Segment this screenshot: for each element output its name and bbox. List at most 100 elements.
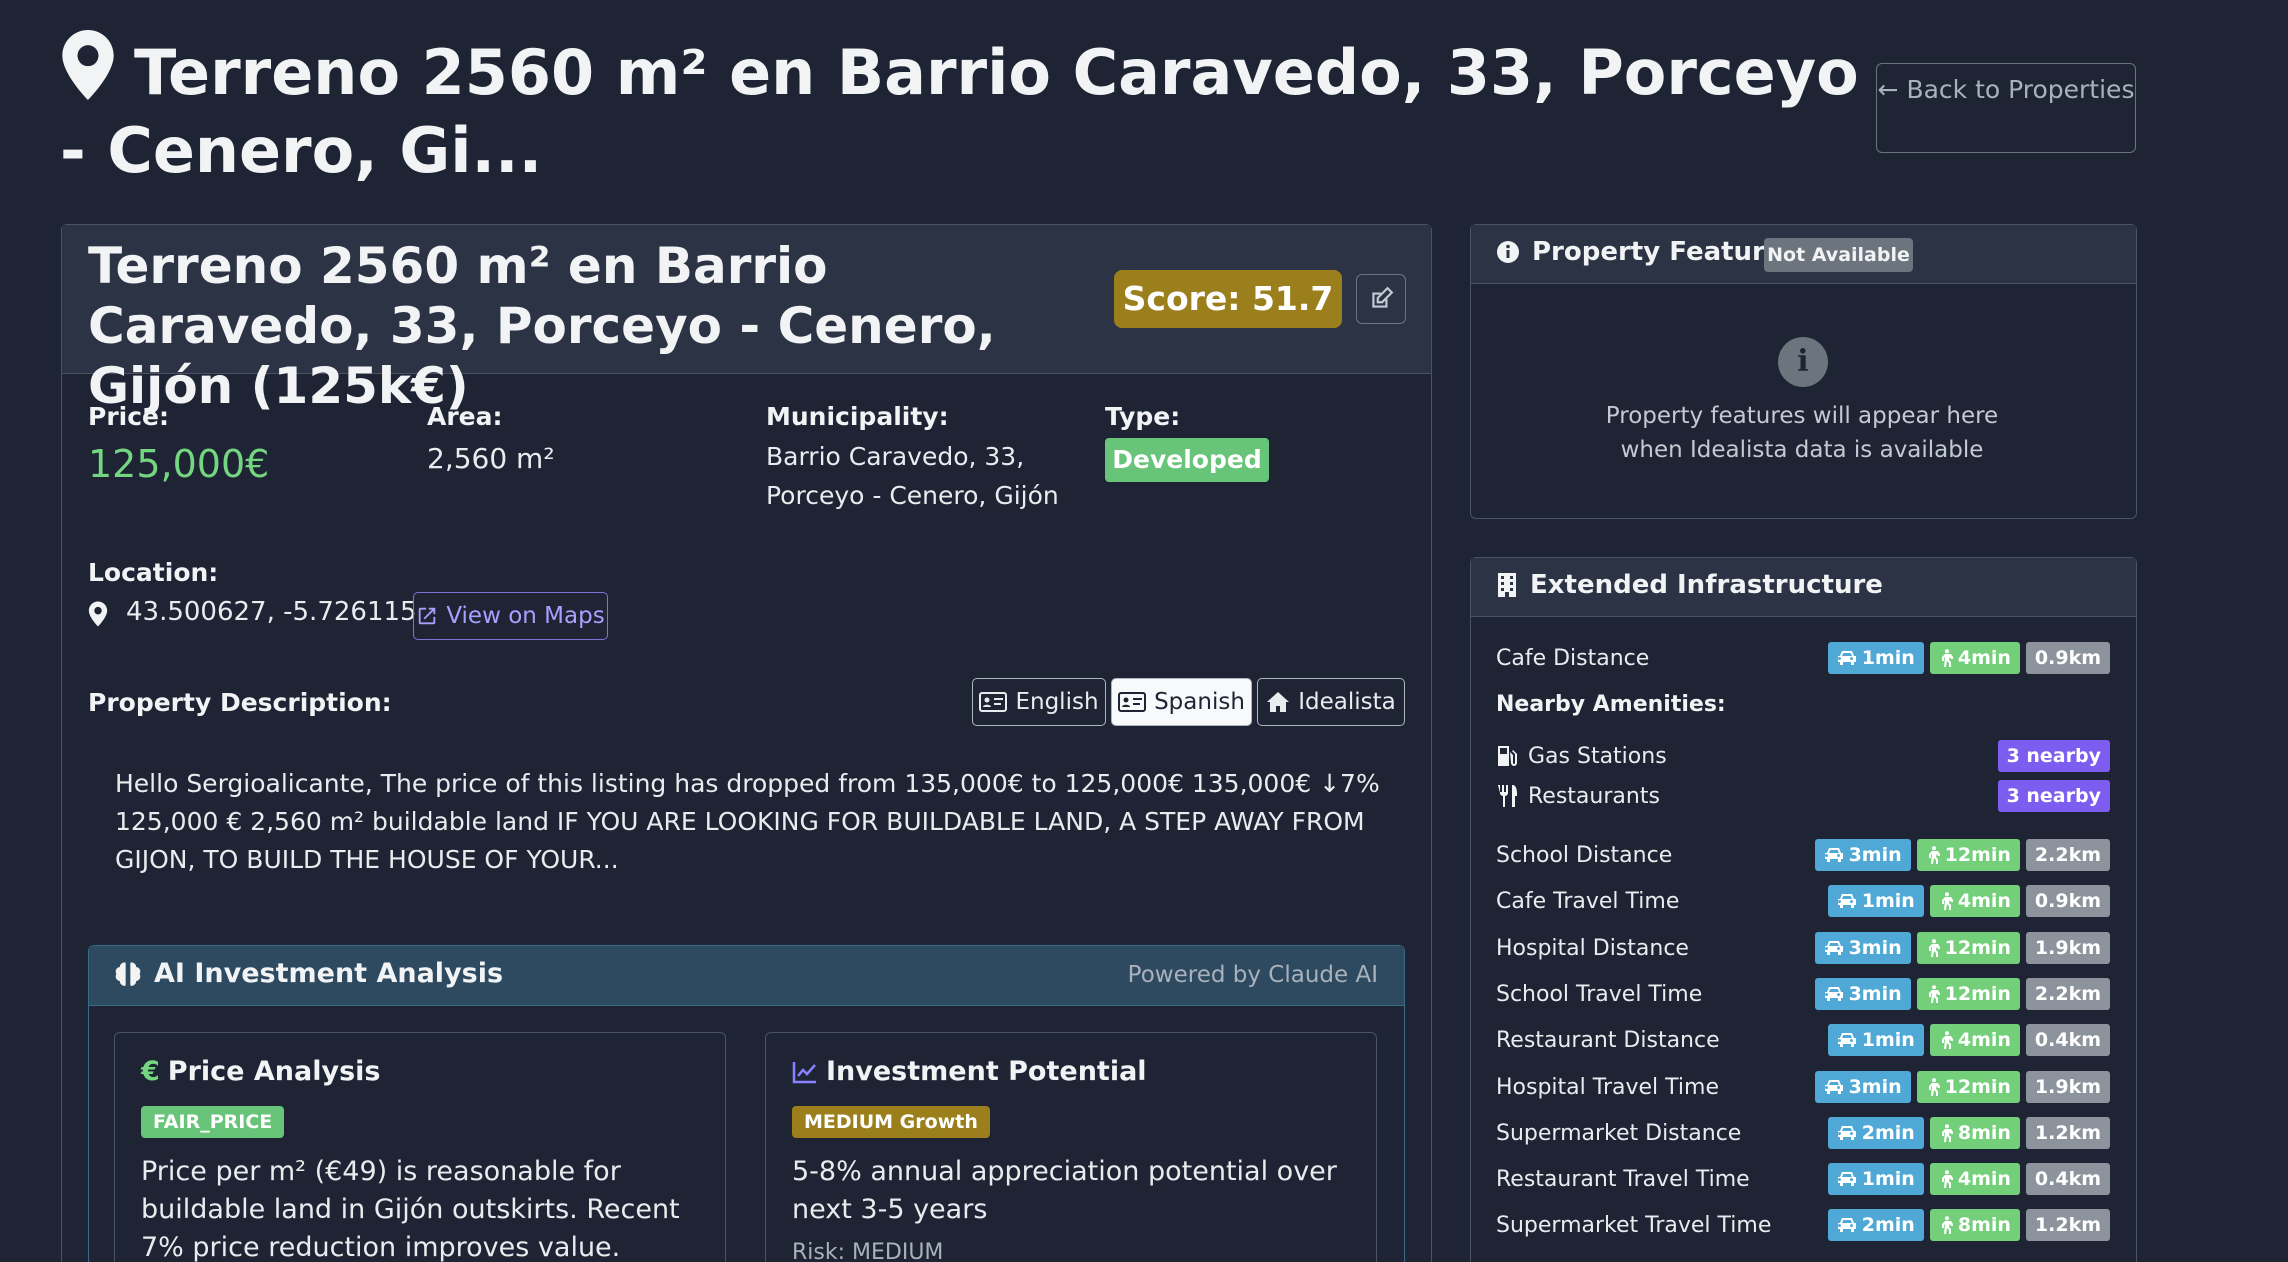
car-time-pill: 1min [1827, 642, 1924, 674]
fair-price-tag: FAIR_PRICE [141, 1106, 285, 1138]
car-icon [1837, 1218, 1856, 1232]
view-on-maps-button[interactable]: View on Maps [413, 592, 608, 640]
home-icon [1267, 692, 1290, 712]
amenity-label: Gas Stations [1528, 743, 1667, 769]
lang-button-spanish[interactable]: Spanish [1111, 678, 1252, 726]
car-time-value: 2min [1861, 1122, 1915, 1144]
car-time-value: 3min [1848, 983, 1902, 1005]
infra-pills: 1min 4min 0.4km [1827, 1163, 2110, 1195]
infra-row: Hospital Distance 3min 12min 1.9km [1496, 931, 2110, 965]
powered-by-label: Powered by Claude AI [1127, 962, 1378, 988]
car-icon [1824, 848, 1843, 862]
walk-time-value: 12min [1944, 983, 2011, 1005]
infra-pills: 3min 12min 2.2km [1814, 839, 2110, 871]
lang-button-idealista[interactable]: Idealista [1257, 678, 1405, 726]
amenity-label: Restaurants [1528, 783, 1660, 809]
car-time-value: 3min [1848, 937, 1902, 959]
distance-pill: 1.2km [2025, 1209, 2110, 1241]
ai-analysis-title-text: AI Investment Analysis [154, 958, 504, 989]
amenity-row-restaurants: Restaurants 3 nearby [1496, 779, 2110, 813]
walk-time-value: 8min [1957, 1122, 2011, 1144]
distance-pill: 0.9km [2025, 642, 2110, 674]
property-features-title-text: Property Features [1532, 237, 1798, 267]
municipality-line-1: Barrio Caravedo, 33, [766, 442, 1025, 471]
walk-time-value: 12min [1944, 937, 2011, 959]
walking-icon [1928, 985, 1940, 1003]
walking-icon [1941, 892, 1953, 910]
type-label: Type: [1105, 402, 1181, 431]
distance-pill: 2.2km [2025, 978, 2110, 1010]
price-analysis-title-text: Price Analysis [167, 1056, 381, 1087]
infra-row: Cafe Travel Time 1min 4min 0.9km [1496, 884, 2110, 918]
infra-pills: 2min 8min 1.2km [1827, 1209, 2110, 1241]
walk-time-pill: 12min [1916, 932, 2020, 964]
walk-time-pill: 4min [1929, 885, 2020, 917]
walking-icon [1941, 649, 1953, 667]
infra-pills: 1min 4min 0.9km [1827, 885, 2110, 917]
back-button-label: Back to Properties [1906, 75, 2135, 104]
coordinates: 43.500627, -5.726115 [126, 597, 417, 627]
price-label: Price: [88, 402, 169, 431]
infra-pills: 2min 8min 1.2km [1827, 1117, 2110, 1149]
walking-icon [1941, 1031, 1953, 1049]
distance-pill: 0.4km [2025, 1163, 2110, 1195]
euro-icon: € [141, 1056, 160, 1087]
walk-time-value: 12min [1944, 844, 2011, 866]
car-icon [1837, 651, 1856, 665]
arrow-left-icon: ← [1877, 75, 1899, 104]
price-analysis-title: € Price Analysis [141, 1056, 380, 1087]
features-message-line-2: when Idealista data is available [1620, 437, 1984, 463]
walk-time-pill: 8min [1929, 1209, 2020, 1241]
car-time-pill: 2min [1827, 1117, 1924, 1149]
infra-row-label: School Travel Time [1496, 981, 1703, 1007]
municipality-label: Municipality: [766, 402, 949, 431]
page-title: Terreno 2560 m² en Barrio Caravedo, 33, … [60, 30, 1870, 190]
car-time-pill: 3min [1814, 839, 1911, 871]
distance-pill: 1.2km [2025, 1117, 2110, 1149]
infra-row-label: Hospital Travel Time [1496, 1074, 1719, 1100]
nearby-count-badge: 3 nearby [1997, 780, 2110, 812]
walking-icon [1941, 1170, 1953, 1188]
infrastructure-title: Extended Infrastructure [1496, 570, 1883, 600]
car-icon [1824, 1080, 1843, 1094]
walk-time-value: 4min [1957, 890, 2011, 912]
property-description: Hello Sergioalicante, The price of this … [115, 769, 1380, 874]
building-icon [1498, 573, 1516, 597]
walking-icon [1928, 1078, 1940, 1096]
walk-time-value: 4min [1957, 1029, 2011, 1051]
lang-button-english[interactable]: English [972, 678, 1106, 726]
car-icon [1837, 894, 1856, 908]
car-time-value: 1min [1861, 647, 1915, 669]
distance-pill: 2.2km [2025, 839, 2110, 871]
infra-pills: 3min 12min 1.9km [1814, 1071, 2110, 1103]
external-link-icon [419, 607, 436, 625]
distance-pill: 1.9km [2025, 932, 2110, 964]
view-on-maps-label: View on Maps [446, 603, 605, 629]
car-time-value: 1min [1861, 1168, 1915, 1190]
walk-time-value: 4min [1957, 1168, 2011, 1190]
infra-row: Supermarket Travel Time 2min 8min 1.2km [1496, 1208, 2110, 1242]
infra-row: Restaurant Travel Time 1min 4min 0.4km [1496, 1162, 2110, 1196]
back-to-properties-button[interactable]: ← Back to Properties [1876, 63, 2136, 153]
car-time-pill: 1min [1827, 1163, 1924, 1195]
infra-pills: 1min 4min 0.9km [1827, 642, 2110, 674]
type-badge: Developed [1105, 438, 1269, 482]
walk-time-pill: 12min [1916, 1071, 2020, 1103]
walk-time-pill: 12min [1916, 978, 2020, 1010]
walking-icon [1928, 846, 1940, 864]
car-time-pill: 3min [1814, 1071, 1911, 1103]
infra-row-label: Restaurant Distance [1496, 1027, 1720, 1053]
ai-analysis-title: AI Investment Analysis [114, 958, 503, 989]
walk-time-value: 8min [1957, 1214, 2011, 1236]
car-time-value: 3min [1848, 844, 1902, 866]
walking-icon [1928, 939, 1940, 957]
price-value: 125,000€ [88, 442, 270, 486]
edit-button[interactable] [1356, 274, 1406, 324]
id-card-icon [979, 692, 1008, 712]
page-title-text: Terreno 2560 m² en Barrio Caravedo, 33, … [60, 36, 1859, 187]
infra-row: Supermarket Distance 2min 8min 1.2km [1496, 1116, 2110, 1150]
municipality-value: Barrio Caravedo, 33, Porceyo - Cenero, G… [766, 437, 1059, 515]
infra-row-label: School Distance [1496, 842, 1673, 868]
infra-row: Restaurant Distance 1min 4min 0.4km [1496, 1023, 2110, 1057]
car-icon [1824, 941, 1843, 955]
